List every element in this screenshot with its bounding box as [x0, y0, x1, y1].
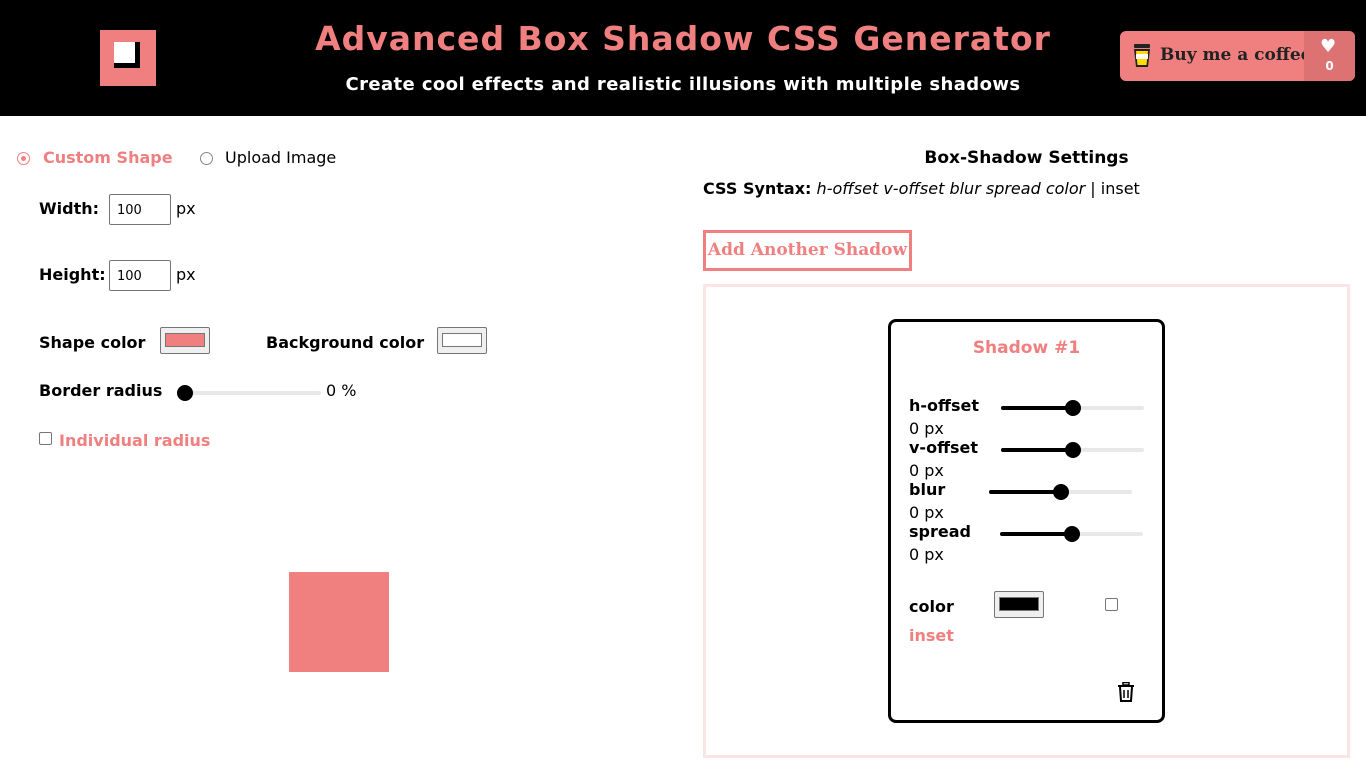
h-offset-label: h-offset: [909, 396, 980, 415]
shadow-color-picker[interactable]: [994, 591, 1044, 618]
v-offset-slider[interactable]: [1001, 442, 1144, 458]
border-radius-slider[interactable]: [177, 385, 321, 401]
trash-icon[interactable]: [1117, 682, 1135, 702]
blur-slider[interactable]: [989, 484, 1132, 500]
border-radius-label: Border radius: [39, 381, 163, 400]
blur-label: blur: [909, 480, 946, 499]
shape-preview: [289, 572, 389, 672]
upload-image-label[interactable]: Upload Image: [225, 148, 336, 167]
individual-radius-checkbox[interactable]: [39, 432, 52, 445]
background-color-label: Background color: [266, 333, 425, 352]
blur-slider-fill: [989, 490, 1061, 494]
shape-color-swatch: [165, 333, 205, 347]
v-offset-slider-fill: [1001, 448, 1073, 452]
shape-color-label: Shape color: [39, 333, 146, 352]
width-input[interactable]: 100: [109, 194, 171, 225]
border-radius-slider-thumb[interactable]: [177, 385, 193, 401]
css-syntax-line: CSS Syntax: h-offset v-offset blur sprea…: [703, 179, 1140, 198]
background-color-swatch: [442, 333, 482, 347]
height-label: Height:: [39, 265, 106, 284]
v-offset-label: v-offset: [909, 438, 979, 457]
v-offset-value: 0 px: [909, 461, 944, 480]
shape-color-picker[interactable]: [160, 327, 210, 354]
inset-checkbox[interactable]: [1105, 598, 1118, 611]
width-unit: px: [176, 199, 196, 218]
add-shadow-button[interactable]: Add Another Shadow: [703, 230, 912, 271]
height-unit: px: [176, 265, 196, 284]
spread-label: spread: [909, 522, 971, 541]
like-count: 0: [1325, 59, 1334, 73]
header: Advanced Box Shadow CSS Generator Create…: [0, 0, 1366, 116]
coffee-cup-icon: [1134, 44, 1150, 67]
heart-icon: ♥: [1320, 36, 1337, 57]
inset-label[interactable]: inset: [909, 626, 954, 645]
h-offset-slider[interactable]: [1001, 400, 1144, 416]
background-color-picker[interactable]: [437, 327, 487, 354]
h-offset-slider-thumb[interactable]: [1064, 400, 1081, 416]
individual-radius-label[interactable]: Individual radius: [59, 431, 210, 450]
spread-slider-fill: [1000, 532, 1072, 536]
shadow-color-label: color: [909, 597, 954, 616]
coffee-label: Buy me a coffee: [1160, 45, 1312, 65]
like-button[interactable]: ♥ 0: [1304, 31, 1355, 81]
upload-image-radio[interactable]: [200, 152, 213, 165]
custom-shape-label[interactable]: Custom Shape: [43, 148, 173, 167]
spread-value: 0 px: [909, 545, 944, 564]
spread-slider[interactable]: [1000, 526, 1143, 542]
h-offset-slider-fill: [1001, 406, 1073, 410]
css-syntax-inset: | inset: [1085, 179, 1140, 198]
shadow-color-swatch: [999, 597, 1039, 611]
css-syntax-label: CSS Syntax:: [703, 179, 812, 198]
spread-slider-thumb[interactable]: [1063, 526, 1080, 542]
width-label: Width:: [39, 199, 100, 218]
height-input[interactable]: 100: [109, 260, 171, 291]
settings-heading: Box-Shadow Settings: [924, 148, 1129, 168]
blur-slider-thumb[interactable]: [1052, 484, 1069, 500]
buy-me-a-coffee-button[interactable]: Buy me a coffee ♥ 0: [1120, 31, 1355, 81]
css-syntax-params: h-offset v-offset blur spread color: [816, 179, 1086, 198]
h-offset-value: 0 px: [909, 419, 944, 438]
blur-value: 0 px: [909, 503, 944, 522]
v-offset-slider-thumb[interactable]: [1064, 442, 1081, 458]
shadow-card-title: Shadow #1: [972, 338, 1081, 358]
border-radius-value: 0 %: [326, 381, 357, 400]
custom-shape-radio[interactable]: [17, 152, 30, 165]
